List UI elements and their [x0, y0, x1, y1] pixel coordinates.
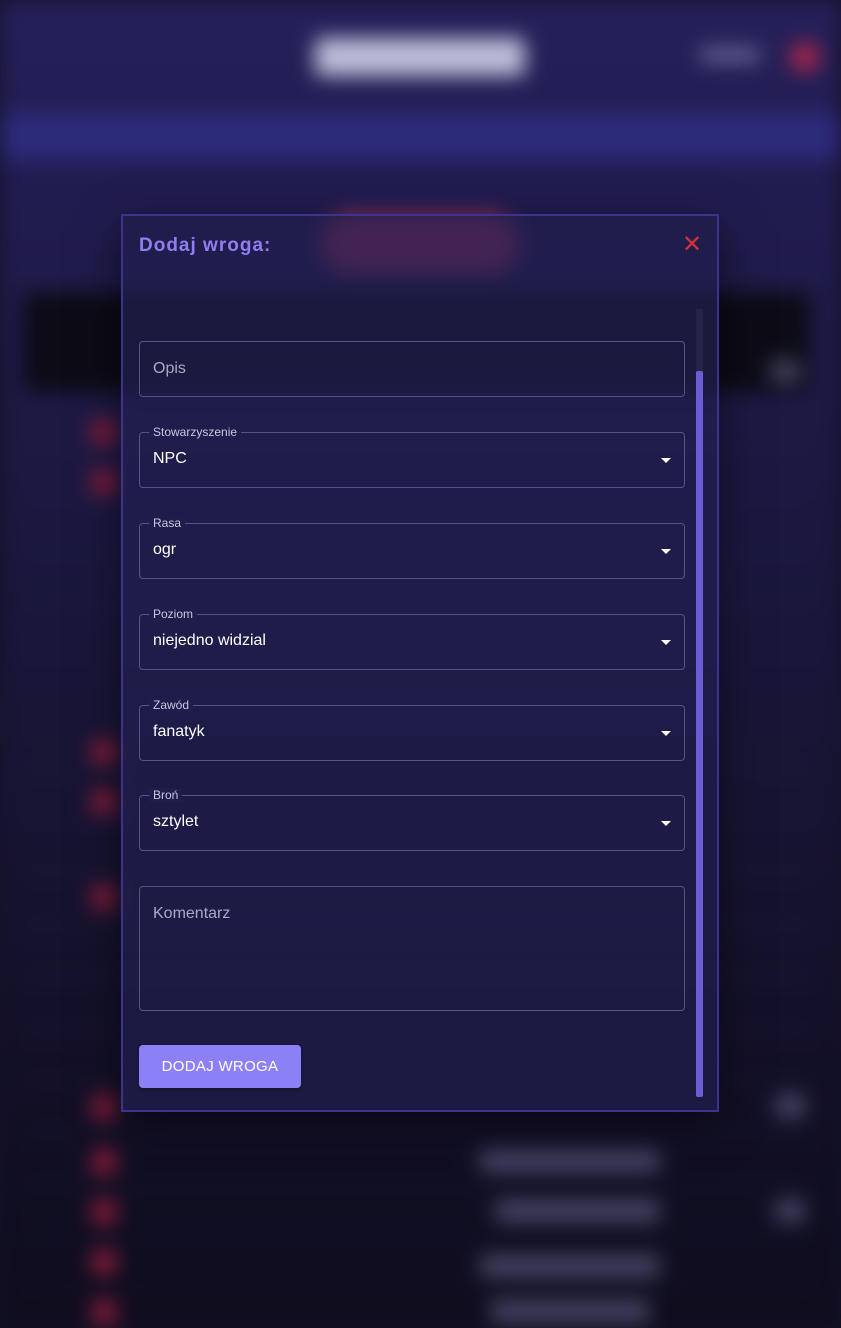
add-enemy-dialog: Dodaj wroga: ✕ Opis Stowarzyszenie NPC R… [121, 214, 719, 1112]
poziom-label: Poziom [149, 607, 198, 621]
stowarzyszenie-value: NPC [153, 450, 187, 467]
komentarz-textarea[interactable]: Komentarz [139, 886, 685, 1011]
opis-placeholder: Opis [153, 360, 186, 377]
rasa-label: Rasa [149, 516, 186, 530]
zawod-label: Zawód [149, 698, 194, 712]
app-logo [315, 38, 525, 76]
poziom-select[interactable]: Poziom niejedno widzial [139, 607, 685, 670]
komentarz-placeholder: Komentarz [153, 905, 231, 922]
dropdown-arrow-icon [661, 549, 671, 554]
poziom-value: niejedno widzial [153, 632, 266, 649]
opis-input[interactable]: Opis [139, 341, 685, 397]
dropdown-arrow-icon [661, 458, 671, 463]
zawod-value: fanatyk [153, 723, 205, 740]
zawod-select[interactable]: Zawód fanatyk [139, 698, 685, 761]
bron-label: Broń [149, 788, 183, 802]
bron-value: sztylet [153, 813, 199, 830]
stowarzyszenie-label: Stowarzyszenie [149, 425, 242, 439]
user-avatar [790, 42, 820, 72]
scrollbar-thumb[interactable] [696, 371, 703, 1097]
close-icon[interactable]: ✕ [680, 233, 704, 257]
header-link [700, 48, 760, 62]
add-enemy-button[interactable]: DODAJ WROGA [139, 1045, 301, 1088]
rasa-value: ogr [153, 541, 177, 558]
dropdown-arrow-icon [661, 821, 671, 826]
dialog-title: Dodaj wroga: [139, 235, 272, 256]
bron-select[interactable]: Broń sztylet [139, 788, 685, 851]
rasa-select[interactable]: Rasa ogr [139, 516, 685, 579]
nav-bar [0, 112, 841, 160]
dropdown-arrow-icon [661, 731, 671, 736]
dropdown-arrow-icon [661, 640, 671, 645]
stowarzyszenie-select[interactable]: Stowarzyszenie NPC [139, 425, 685, 488]
